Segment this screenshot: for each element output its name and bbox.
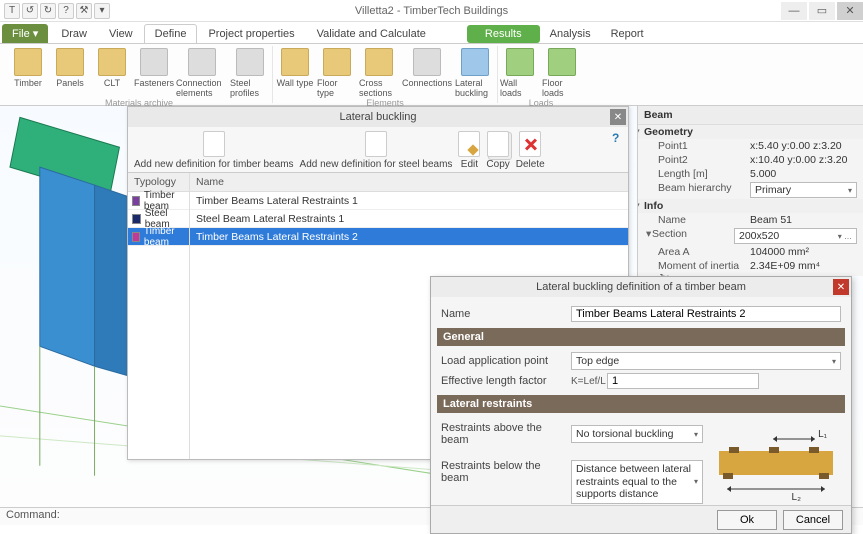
ribbon-tabs: File ▾ Draw View Define Project properti…	[0, 22, 863, 44]
section-general: General	[437, 328, 845, 346]
ok-button[interactable]: Ok	[717, 510, 777, 530]
panel-help-icon[interactable]: ?	[612, 131, 626, 145]
rb-floor-type[interactable]: Floor type	[317, 46, 357, 98]
rb-cross-sections[interactable]: Cross sections	[359, 46, 399, 98]
section-restraints: Lateral restraints	[437, 395, 845, 413]
panel-title: Lateral buckling ✕ ?	[128, 107, 628, 127]
load-point-label: Load application point	[441, 355, 571, 367]
table-row[interactable]: Steel Beam Lateral Restraints 1	[190, 210, 628, 228]
ribbon-group-materials: Timber Panels CLT Fasteners Connection e…	[6, 46, 273, 103]
rb-wall-type[interactable]: Wall type	[275, 46, 315, 98]
ribbon: Timber Panels CLT Fasteners Connection e…	[0, 44, 863, 106]
delete-button[interactable]: Delete	[516, 131, 545, 170]
load-point-select[interactable]: Top edge▾	[571, 352, 841, 370]
section-select[interactable]: 200x520▾ …	[734, 228, 857, 244]
tab-view[interactable]: View	[98, 24, 144, 43]
name-label: Name	[441, 308, 571, 320]
close-button[interactable]: ✕	[837, 2, 863, 20]
dialog-title: Lateral buckling definition of a timber …	[431, 277, 851, 297]
table-row[interactable]: Timber beam	[128, 228, 189, 246]
rb-fasteners[interactable]: Fasteners	[134, 46, 174, 98]
col-name-header: Name	[190, 173, 628, 192]
ribbon-group-loads: Wall loads Floor loads Loads	[498, 46, 584, 103]
tab-draw[interactable]: Draw	[50, 24, 98, 43]
rb-steel-profiles[interactable]: Steel profiles	[230, 46, 270, 98]
table-row[interactable]: Timber Beams Lateral Restraints 1	[190, 192, 628, 210]
rb-panels[interactable]: Panels	[50, 46, 90, 98]
window-title: Villetta2 - TimberTech Buildings	[355, 5, 508, 17]
qat-tools-icon[interactable]: ⚒	[76, 3, 92, 19]
swatch-icon	[132, 232, 140, 242]
elf-symbol: K=Lef/L	[571, 376, 607, 387]
edit-button[interactable]: Edit	[458, 131, 480, 170]
properties-panel: Beam ▾Geometry Point1x:5.40 y:0.00 z:3.2…	[637, 106, 863, 276]
minimize-button[interactable]: —	[781, 2, 807, 20]
elf-label: Effective length factor	[441, 375, 571, 387]
tab-project-properties[interactable]: Project properties	[197, 24, 305, 43]
restraints-diagram: L₁ L₂	[711, 423, 841, 503]
below-label: Restraints below the beam	[441, 460, 571, 484]
props-geometry-header: Geometry	[644, 126, 693, 138]
swatch-icon	[132, 196, 140, 206]
rb-floor-loads[interactable]: Floor loads	[542, 46, 582, 98]
props-info-header: Info	[644, 200, 663, 212]
quick-access-toolbar: T ↺ ↻ ? ⚒ ▾	[0, 1, 114, 21]
ribbon-group-elements: Wall type Floor type Cross sections Conn…	[273, 46, 498, 103]
panel-close-button[interactable]: ✕	[610, 109, 626, 125]
name-input[interactable]	[571, 306, 841, 322]
rb-lateral-buckling[interactable]: Lateral buckling	[455, 46, 495, 98]
title-bar: T ↺ ↻ ? ⚒ ▾ Villetta2 - TimberTech Build…	[0, 0, 863, 22]
maximize-button[interactable]: ▭	[809, 2, 835, 20]
main-area: Beam ▾Geometry Point1x:5.40 y:0.00 z:3.2…	[0, 106, 863, 507]
swatch-icon	[132, 214, 141, 224]
add-timber-button[interactable]: Add new definition for timber beams	[134, 131, 294, 170]
command-label: Command:	[6, 509, 60, 521]
rb-connections[interactable]: Connections	[401, 46, 453, 98]
rb-clt[interactable]: CLT	[92, 46, 132, 98]
rb-connection-elements[interactable]: Connection elements	[176, 46, 228, 98]
file-menu[interactable]: File ▾	[2, 24, 48, 43]
results-button[interactable]: Results	[467, 25, 540, 43]
qat-more-icon[interactable]: ▾	[94, 3, 110, 19]
definition-dialog: Lateral buckling definition of a timber …	[430, 276, 852, 534]
properties-title: Beam	[638, 106, 863, 125]
above-label: Restraints above the beam	[441, 422, 571, 446]
tab-report[interactable]: Report	[601, 25, 654, 43]
elf-input[interactable]	[607, 373, 759, 389]
qat-undo-icon[interactable]: ↺	[22, 3, 38, 19]
below-select[interactable]: Distance between lateral restraints equa…	[571, 460, 703, 504]
rb-timber[interactable]: Timber	[8, 46, 48, 98]
add-steel-button[interactable]: Add new definition for steel beams	[300, 131, 453, 170]
table-row[interactable]: Timber Beams Lateral Restraints 2	[190, 228, 628, 246]
beam-hierarchy-select[interactable]: Primary▾	[750, 182, 857, 198]
tab-define[interactable]: Define	[144, 24, 198, 43]
tab-analysis[interactable]: Analysis	[540, 25, 601, 43]
qat-app-icon[interactable]: T	[4, 3, 20, 19]
qat-redo-icon[interactable]: ↻	[40, 3, 56, 19]
copy-button[interactable]: Copy	[486, 131, 509, 170]
tab-validate[interactable]: Validate and Calculate	[306, 24, 437, 43]
qat-help-icon[interactable]: ?	[58, 3, 74, 19]
dialog-close-button[interactable]: ✕	[833, 279, 849, 295]
cancel-button[interactable]: Cancel	[783, 510, 843, 530]
above-select[interactable]: No torsional buckling▾	[571, 425, 703, 443]
rb-wall-loads[interactable]: Wall loads	[500, 46, 540, 98]
